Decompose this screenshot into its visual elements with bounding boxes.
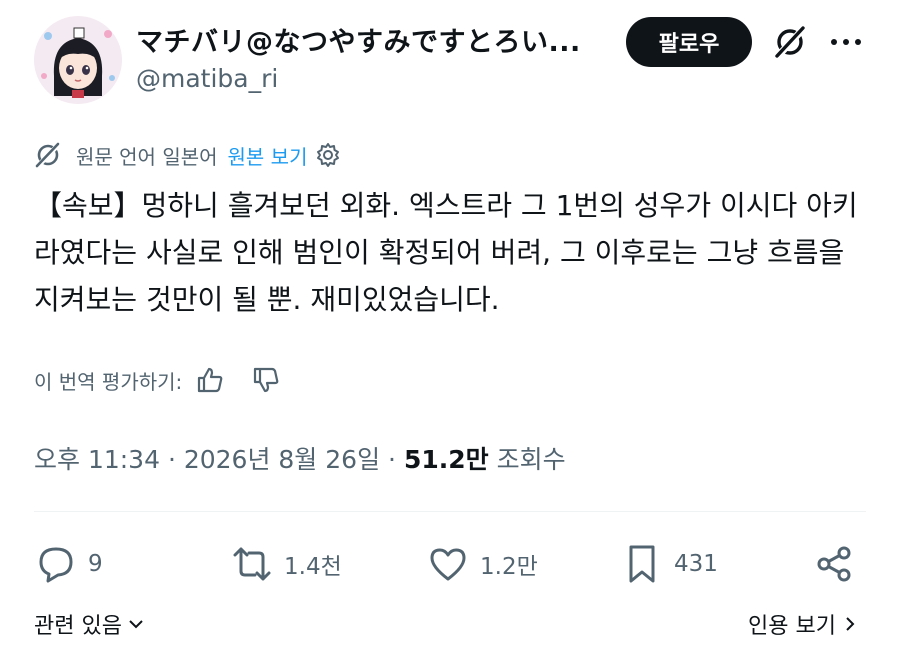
thumbs-up-icon[interactable] — [192, 362, 228, 398]
divider — [34, 511, 866, 512]
translation-bar: 원문 언어 일본어 원본 보기 — [34, 138, 343, 172]
more-options-icon[interactable] — [826, 22, 866, 62]
tweet-text: 【속보】멍하니 흘겨보던 외화. 엑스트라 그 1번의 성우가 이시다 아키라였… — [34, 189, 858, 316]
view-quotes-link[interactable]: 인용 보기 — [748, 608, 860, 640]
share-button[interactable] — [812, 538, 866, 590]
grok-icon[interactable] — [770, 22, 810, 62]
heart-icon — [426, 542, 470, 586]
avatar[interactable] — [34, 16, 122, 104]
action-bar: 9 1.4천 1.2만 431 — [34, 538, 866, 590]
chevron-right-icon — [840, 614, 860, 634]
bookmark-button[interactable]: 431 — [620, 538, 718, 590]
rate-translation-row: 이 번역 평가하기: — [34, 360, 284, 400]
views-count: 51.2만 — [403, 445, 489, 474]
gear-icon[interactable] — [315, 141, 343, 169]
reply-icon — [34, 542, 78, 586]
bookmark-icon — [620, 542, 664, 586]
source-language-label: 원문 언어 일본어 — [76, 144, 218, 169]
share-icon — [812, 542, 856, 586]
reply-count: 9 — [88, 551, 103, 577]
tweet-header: マチバリ@なつやすみですとろい... @matiba_ri 팔로우 — [0, 0, 900, 110]
like-count: 1.2만 — [480, 554, 538, 580]
follow-button[interactable]: 팔로우 — [626, 17, 752, 67]
grok-translate-icon — [34, 140, 64, 170]
thumbs-down-icon[interactable] — [248, 362, 284, 398]
repost-button[interactable]: 1.4천 — [230, 538, 342, 590]
like-button[interactable]: 1.2만 — [426, 538, 538, 590]
view-original-link[interactable]: 원본 보기 — [228, 141, 308, 170]
repost-icon — [230, 542, 274, 586]
views-label: 조회수 — [496, 445, 566, 474]
reply-button[interactable]: 9 — [34, 538, 103, 590]
chevron-down-icon — [126, 614, 146, 634]
user-handle[interactable]: @matiba_ri — [136, 64, 278, 93]
tweet-meta: 오후 11:34 · 2026년 8월 26일 · 51.2만 조회수 — [34, 436, 566, 480]
display-name[interactable]: マチバリ@なつやすみですとろい... — [136, 20, 581, 59]
repost-count: 1.4천 — [284, 554, 342, 580]
avatar-image — [34, 16, 122, 104]
timestamp[interactable]: 오후 11:34 · 2026년 8월 26일 · — [34, 440, 396, 476]
related-dropdown[interactable]: 관련 있음 — [34, 608, 146, 640]
related-label: 관련 있음 — [34, 614, 122, 639]
bookmark-count: 431 — [674, 551, 718, 577]
view-quotes-label: 인용 보기 — [748, 614, 836, 639]
rate-translation-label: 이 번역 평가하기: — [34, 369, 183, 394]
